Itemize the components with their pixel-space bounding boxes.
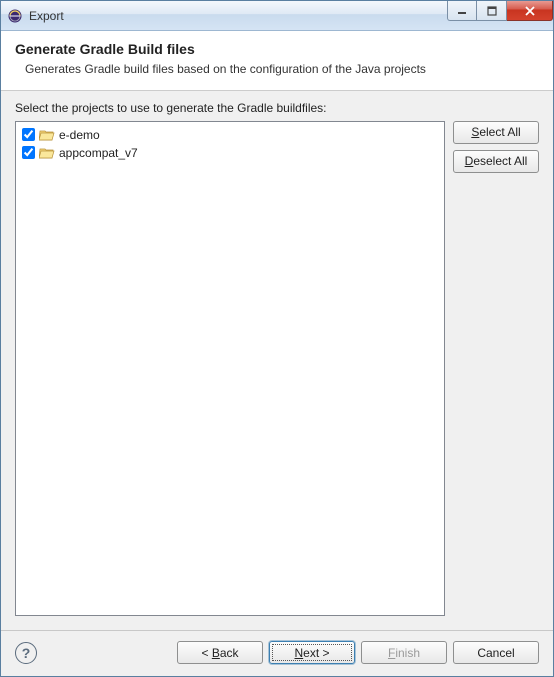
project-checkbox[interactable] xyxy=(22,146,35,159)
export-dialog: Export Generate Gradle Build files Gener… xyxy=(0,0,554,677)
project-name: e-demo xyxy=(59,128,100,142)
main-section: Select the projects to use to generate t… xyxy=(1,91,553,622)
titlebar: Export xyxy=(1,1,553,31)
deselect-all-button[interactable]: Deselect All xyxy=(453,150,539,173)
page-description: Generates Gradle build files based on th… xyxy=(15,61,539,78)
list-item[interactable]: e-demo xyxy=(20,126,440,144)
page-title: Generate Gradle Build files xyxy=(15,41,539,57)
cancel-button[interactable]: Cancel xyxy=(453,641,539,664)
project-name: appcompat_v7 xyxy=(59,146,138,160)
projects-list[interactable]: e-demo appcompat_v7 xyxy=(15,121,445,616)
maximize-button[interactable] xyxy=(477,1,507,21)
finish-button: Finish xyxy=(361,641,447,664)
back-button[interactable]: < Back xyxy=(177,641,263,664)
window-controls xyxy=(447,1,553,21)
window-title: Export xyxy=(29,9,64,23)
list-item[interactable]: appcompat_v7 xyxy=(20,144,440,162)
eclipse-icon xyxy=(7,8,23,24)
help-button[interactable]: ? xyxy=(15,642,37,664)
wizard-buttons: ? < Back Next > Finish Cancel xyxy=(1,631,553,676)
close-button[interactable] xyxy=(507,1,553,21)
content-area: Generate Gradle Build files Generates Gr… xyxy=(1,31,553,676)
selection-buttons: Select All Deselect All xyxy=(453,121,539,616)
instruction-label: Select the projects to use to generate t… xyxy=(15,101,539,115)
select-all-button[interactable]: Select All xyxy=(453,121,539,144)
folder-icon xyxy=(39,146,55,160)
next-button[interactable]: Next > xyxy=(269,641,355,664)
minimize-button[interactable] xyxy=(447,1,477,21)
folder-icon xyxy=(39,128,55,142)
projects-row: e-demo appcompat_v7 Sel xyxy=(15,121,539,616)
project-checkbox[interactable] xyxy=(22,128,35,141)
wizard-header: Generate Gradle Build files Generates Gr… xyxy=(1,31,553,91)
